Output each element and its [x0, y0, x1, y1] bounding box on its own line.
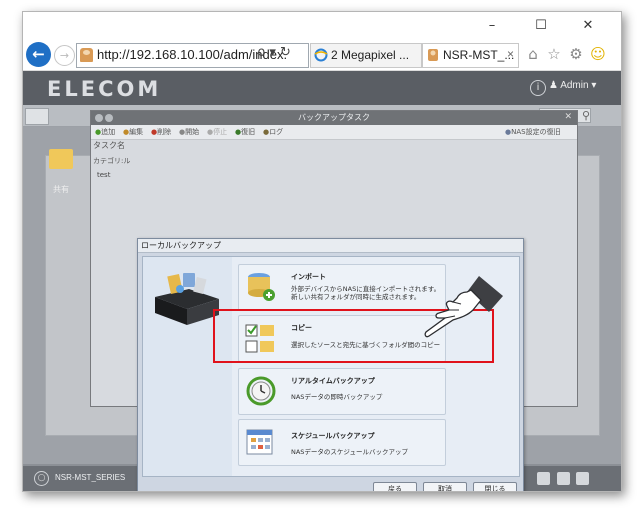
- option-realtime-backup[interactable]: リアルタイムバックアップ NASデータの即時バックアップ: [238, 368, 446, 415]
- admin-label: Admin: [560, 80, 589, 91]
- task-row-test[interactable]: test: [97, 171, 110, 179]
- backup-task-titlebar: バックアップタスク ✕: [91, 111, 577, 125]
- calendar-icon: [246, 429, 273, 455]
- search-icon: ⚲: [581, 109, 590, 122]
- backup-task-toolbar: ●追加 ●編集 ●削除 ●開始 ●停止 ●復旧 ●ログ ●NAS設定の復旧: [91, 125, 577, 140]
- option-title: スケジュールバックアップ: [291, 432, 375, 440]
- nas-settings-restore[interactable]: ●NAS設定の復旧: [505, 127, 561, 137]
- toolbar-log[interactable]: ●ログ: [263, 127, 283, 137]
- toolbar-edit[interactable]: ●編集: [123, 127, 143, 137]
- toolbar-stop[interactable]: ●停止: [207, 127, 227, 137]
- back-button[interactable]: ←: [26, 42, 51, 67]
- admin-menu[interactable]: ♟ Admin ▾: [549, 80, 596, 91]
- shared-folder-label: 共有: [53, 185, 69, 194]
- search-refresh-controls[interactable]: ρ ▾ ↻: [257, 45, 291, 60]
- menu-toggle-icon[interactable]: [25, 108, 49, 125]
- close-dialog-button[interactable]: 閉じる: [473, 482, 517, 491]
- chevron-down-icon: ▾: [591, 80, 597, 91]
- local-backup-title: ローカルバックアップ: [141, 241, 221, 250]
- category-row[interactable]: カテゴリ:ル: [93, 156, 153, 166]
- option-title: リアルタイムバックアップ: [291, 377, 375, 385]
- clock-sync-icon: [246, 376, 276, 406]
- option-description: 外部デバイスからNASに直接インポートされます。新しい共有フォルダが同時に生成さ…: [291, 285, 441, 301]
- storage-icon[interactable]: [537, 472, 550, 485]
- smiley-feedback-icon[interactable]: ☺: [589, 45, 607, 63]
- navigation-bar: ← → http://192.168.10.100/adm/index. ρ ▾…: [23, 40, 621, 71]
- minimize-button[interactable]: –: [477, 16, 507, 36]
- backup-task-title: バックアップタスク: [298, 113, 370, 122]
- address-bar[interactable]: http://192.168.10.100/adm/index. ρ ▾ ↻: [76, 43, 309, 68]
- option-schedule-backup[interactable]: スケジュールバックアップ NASデータのスケジュールバックアップ: [238, 419, 446, 466]
- back-dialog-button[interactable]: 戻る: [373, 482, 417, 491]
- favorites-star-icon[interactable]: ☆: [545, 45, 563, 63]
- tab-label: 2 Megapixel ...: [331, 48, 410, 62]
- close-window-button[interactable]: ✕: [573, 16, 603, 36]
- tab-close-icon[interactable]: ×: [507, 47, 514, 61]
- task-name-column-header[interactable]: タスク名: [93, 140, 153, 152]
- device-series-label: NSR-MST_SERIES: [55, 473, 126, 482]
- ie-icon: [314, 48, 328, 62]
- import-database-icon: [248, 273, 275, 301]
- shared-folder-icon[interactable]: [49, 149, 73, 169]
- local-backup-titlebar: ローカルバックアップ: [138, 239, 523, 253]
- window-titlebar: – ☐ ✕: [23, 12, 621, 40]
- app-header: ELECOM i ♟ Admin ▾: [23, 71, 621, 105]
- user-icon: ♟: [549, 80, 558, 91]
- browser-window: – ☐ ✕ ← → http://192.168.10.100/adm/inde…: [22, 11, 622, 492]
- toolbar-start[interactable]: ●開始: [179, 127, 199, 137]
- toolbar-add[interactable]: ●追加: [95, 127, 115, 137]
- pointing-hand-icon: [424, 276, 503, 338]
- option-import[interactable]: インポート 外部デバイスからNASに直接インポートされます。新しい共有フォルダが…: [238, 264, 446, 311]
- tab-label: NSR-MST_...: [443, 48, 515, 62]
- elecom-logo: ELECOM: [47, 77, 162, 101]
- dialog-side-panel: [142, 256, 233, 477]
- nas-favicon-icon: [428, 49, 438, 61]
- disk-icon[interactable]: [557, 472, 570, 485]
- tab-megapixel[interactable]: 2 Megapixel ...: [310, 43, 422, 68]
- option-description: NASデータのスケジュールバックアップ: [291, 448, 408, 456]
- toolbar-delete[interactable]: ●削除: [151, 127, 171, 137]
- home-icon[interactable]: ⌂: [524, 45, 542, 63]
- network-icon[interactable]: [576, 472, 589, 485]
- close-icon[interactable]: ✕: [564, 112, 572, 122]
- cancel-button[interactable]: 取消: [423, 482, 467, 491]
- option-title: インポート: [291, 273, 326, 281]
- tab-nsr[interactable]: NSR-MST_... ×: [422, 43, 519, 68]
- toolbar-restore[interactable]: ●復旧: [235, 127, 255, 137]
- settings-gear-icon[interactable]: ⚙: [567, 45, 585, 63]
- power-icon[interactable]: ○: [34, 471, 49, 486]
- info-icon[interactable]: i: [530, 80, 546, 96]
- site-favicon-icon: [80, 48, 93, 62]
- maximize-button[interactable]: ☐: [526, 16, 556, 36]
- forward-button[interactable]: →: [54, 45, 75, 66]
- option-description: NASデータの即時バックアップ: [291, 393, 383, 401]
